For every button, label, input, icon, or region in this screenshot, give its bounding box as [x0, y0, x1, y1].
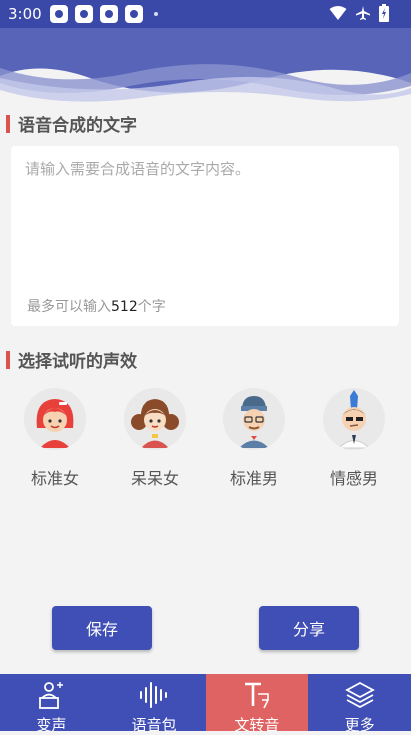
more-notifications-dot-icon: [153, 12, 158, 16]
text-section-title: 语音合成的文字: [6, 111, 137, 136]
char-limit-number: 512: [111, 299, 138, 315]
male-emotional-avatar-icon: [323, 388, 385, 450]
female-cute-avatar-icon: [124, 388, 186, 450]
airplane-mode-icon: [356, 6, 370, 20]
battery-icon: [379, 4, 389, 22]
voice-options: 标准女 呆呆女 标准男 情感男: [0, 388, 411, 498]
nav-item-voice-pack[interactable]: 语音包: [103, 674, 206, 734]
voice-option-emotional-male[interactable]: 情感男: [314, 388, 394, 489]
voice-option-standard-male[interactable]: 标准男: [214, 388, 294, 489]
wifi-icon: [329, 6, 347, 20]
share-button[interactable]: 分享: [259, 606, 359, 650]
voice-option-label: 情感男: [329, 469, 378, 488]
save-button[interactable]: 保存: [52, 606, 152, 650]
text-section-title-label: 语音合成的文字: [18, 116, 137, 136]
voice-section-title-label: 选择试听的声效: [18, 352, 137, 372]
voice-change-icon: [39, 682, 64, 709]
app-notification-icon: [99, 5, 118, 23]
header-wave-decoration: [0, 28, 411, 118]
app-notification-icon: [124, 5, 143, 23]
voice-option-standard-female[interactable]: 标准女: [15, 388, 95, 489]
voice-section-title: 选择试听的声效: [6, 347, 137, 372]
char-limit-suffix: 个字: [137, 299, 166, 315]
nav-item-voice-change[interactable]: 变声: [0, 674, 103, 734]
female-standard-avatar-icon: [24, 388, 86, 450]
status-bar: 3:00: [0, 0, 411, 28]
layers-icon: [344, 681, 375, 709]
char-limit-hint: 最多可以输入512个字: [27, 296, 166, 316]
voice-option-label: 标准男: [229, 469, 278, 488]
bottom-navigation: 变声 语音包 文转音 更多: [0, 674, 411, 734]
char-limit-prefix: 最多可以输入: [27, 299, 111, 315]
app-notification-icon: [74, 5, 93, 23]
nav-item-text-to-speech[interactable]: 文转音: [205, 674, 309, 734]
nav-item-more[interactable]: 更多: [308, 674, 411, 734]
waveform-icon: [140, 682, 168, 708]
nav-label: 文转音: [234, 716, 280, 734]
voice-option-label: 呆呆女: [130, 469, 179, 488]
male-standard-avatar-icon: [223, 388, 285, 450]
text-input-card: 最多可以输入512个字: [11, 146, 399, 326]
voice-option-label: 标准女: [30, 469, 79, 488]
title-accent-bar: [6, 350, 10, 369]
status-time: 3:00: [8, 5, 42, 23]
nav-label: 语音包: [131, 716, 177, 734]
voice-option-cute-female[interactable]: 呆呆女: [115, 388, 195, 489]
app-notification-icon: [49, 5, 68, 23]
nav-label: 变声: [36, 716, 67, 734]
title-accent-bar: [6, 114, 10, 133]
tts-text-input[interactable]: [23, 156, 387, 280]
nav-label: 更多: [344, 716, 375, 734]
text-to-speech-icon: [244, 682, 269, 709]
